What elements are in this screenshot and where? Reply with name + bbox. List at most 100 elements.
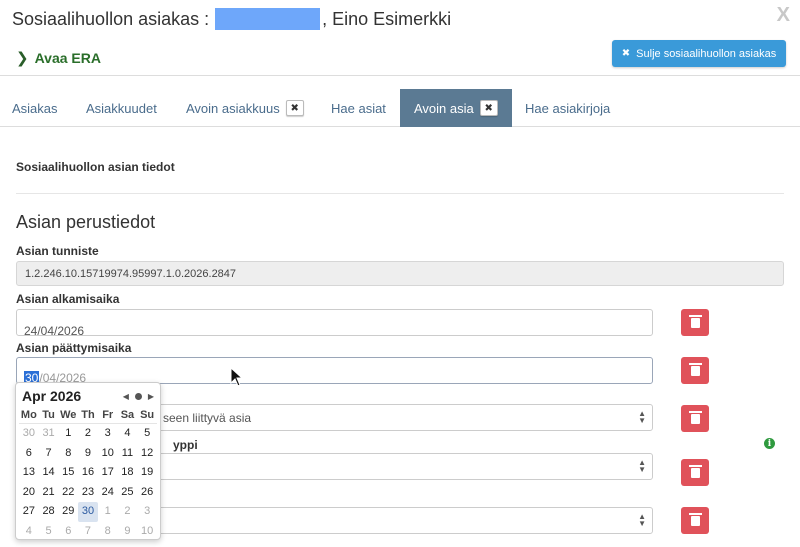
- case-id-field: 1.2.246.10.15719974.95997.1.0.2026.2847: [16, 261, 784, 286]
- calendar-day[interactable]: 6: [58, 522, 78, 542]
- calendar-day[interactable]: 17: [98, 463, 118, 483]
- delete-end-date-button[interactable]: [681, 357, 709, 384]
- weekday-header: Su: [137, 407, 157, 424]
- tab-avoin-asia[interactable]: Avoin asia ✖: [400, 89, 512, 127]
- case-type-select-value: seen liittyvä asia: [163, 411, 252, 425]
- tab-label: Hae asiat: [331, 100, 386, 116]
- trash-icon: [688, 314, 702, 328]
- weekday-header: Fr: [97, 407, 118, 424]
- calendar-day[interactable]: 23: [78, 483, 98, 503]
- select-caret-icon: ▲ ▼: [638, 409, 646, 425]
- calendar-day[interactable]: 3: [137, 502, 157, 522]
- calendar-day[interactable]: 21: [39, 483, 59, 503]
- redacted-name-block: [215, 8, 321, 30]
- weekday-header: Sa: [117, 407, 138, 424]
- calendar-day[interactable]: 8: [58, 444, 78, 464]
- delete-case-type-button[interactable]: [681, 405, 709, 432]
- tab-avoin-asiakkuus[interactable]: Avoin asiakkuus ✖: [186, 89, 304, 127]
- calendar-day[interactable]: 5: [39, 522, 59, 542]
- page-title: Sosiaalihuollon asiakas : , Eino Esimerk…: [12, 8, 451, 30]
- calendar-day[interactable]: 9: [78, 444, 98, 464]
- delete-case-subtype-button[interactable]: [681, 459, 709, 486]
- calendar-day[interactable]: 4: [118, 424, 138, 444]
- case-id-label: Asian tunniste: [16, 244, 99, 258]
- close-client-button[interactable]: ✖ Sulje sosiaalihuollon asiakas: [612, 40, 786, 67]
- end-date-input[interactable]: 30/04/2026: [16, 357, 653, 385]
- tab-hae-asiakirjoja[interactable]: Hae asiakirjoja: [525, 89, 610, 127]
- tab-hae-asiat[interactable]: Hae asiat: [331, 89, 386, 127]
- start-date-label: Asian alkamisaika: [16, 292, 120, 306]
- trash-icon: [688, 362, 702, 376]
- calendar-day[interactable]: 30: [19, 424, 39, 444]
- trash-icon: [688, 410, 702, 424]
- case-subtype-label: yppi: [173, 438, 198, 452]
- close-icon[interactable]: X: [777, 4, 790, 27]
- calendar-day[interactable]: 6: [19, 444, 39, 464]
- calendar-day[interactable]: 3: [98, 424, 118, 444]
- chevron-right-icon: ❯: [16, 50, 29, 67]
- tab-asiakkuudet[interactable]: Asiakkuudet: [86, 89, 157, 127]
- delete-start-date-button[interactable]: [681, 309, 709, 336]
- calendar-day[interactable]: 12: [137, 444, 157, 464]
- calendar-day[interactable]: 20: [19, 483, 39, 503]
- calendar-day[interactable]: 9: [118, 522, 138, 542]
- section-title: Sosiaalihuollon asian tiedot: [16, 160, 175, 174]
- calendar-day[interactable]: 19: [137, 463, 157, 483]
- calendar-day[interactable]: 11: [118, 444, 138, 464]
- calendar-day[interactable]: 1: [98, 502, 118, 522]
- tab-label: Asiakas: [12, 100, 58, 116]
- case-id-value: 1.2.246.10.15719974.95997.1.0.2026.2847: [25, 268, 237, 280]
- calendar-day[interactable]: 29: [58, 502, 78, 522]
- weekday-header: Mo: [19, 407, 39, 424]
- header-divider: [0, 75, 800, 76]
- calendar-day[interactable]: 15: [58, 463, 78, 483]
- tab-label: Avoin asiakkuus: [186, 100, 280, 116]
- start-date-input[interactable]: 24/04/2026: [16, 309, 653, 338]
- previous-month-icon[interactable]: ◀: [123, 392, 129, 401]
- close-tab-icon[interactable]: ✖: [479, 100, 498, 116]
- select-caret-icon: ▲ ▼: [638, 512, 646, 528]
- calendar-day[interactable]: 2: [78, 424, 98, 444]
- calendar-day[interactable]: 25: [118, 483, 138, 503]
- page-title-prefix: Sosiaalihuollon asiakas :: [12, 8, 210, 29]
- calendar-day[interactable]: 10: [137, 522, 157, 542]
- calendar-day[interactable]: 28: [39, 502, 59, 522]
- calendar-day[interactable]: 7: [39, 444, 59, 464]
- weekday-header: Th: [78, 407, 98, 424]
- calendar-day[interactable]: 14: [39, 463, 59, 483]
- calendar-day[interactable]: 10: [98, 444, 118, 464]
- close-x-icon: ✖: [621, 48, 631, 59]
- calendar-day[interactable]: 18: [118, 463, 138, 483]
- weekday-header: Tu: [38, 407, 59, 424]
- open-era-label: Avaa ERA: [34, 50, 101, 66]
- calendar-day[interactable]: 1: [58, 424, 78, 444]
- next-month-icon[interactable]: ▶: [148, 392, 154, 401]
- select-caret-icon: ▲ ▼: [638, 458, 646, 474]
- today-dot-icon[interactable]: [134, 392, 142, 400]
- page-title-name: , Eino Esimerkki: [322, 8, 452, 29]
- calendar-day[interactable]: 16: [78, 463, 98, 483]
- basic-info-heading: Asian perustiedot: [16, 212, 156, 232]
- calendar-day[interactable]: 30: [78, 502, 98, 522]
- tab-asiakas[interactable]: Asiakas: [12, 89, 58, 127]
- calendar-day[interactable]: 7: [78, 522, 98, 542]
- open-era-link[interactable]: ❯ Avaa ERA: [16, 49, 101, 67]
- close-tab-icon[interactable]: ✖: [285, 100, 304, 116]
- calendar-day[interactable]: 5: [137, 424, 157, 444]
- info-icon[interactable]: i: [764, 438, 775, 449]
- calendar-day[interactable]: 2: [118, 502, 138, 522]
- delete-additional-button[interactable]: [681, 507, 709, 534]
- weekday-header: We: [58, 407, 79, 424]
- date-picker[interactable]: Apr 2026 ◀ ▶ Mo Tu We Th Fr Sa Su 30 31 1 2 3 4 5 6 7 8 9…: [15, 382, 161, 540]
- tab-label: Asiakkuudet: [86, 100, 157, 116]
- calendar-day[interactable]: 4: [19, 522, 39, 542]
- calendar-day[interactable]: 24: [98, 483, 118, 503]
- calendar-day[interactable]: 22: [58, 483, 78, 503]
- trash-icon: [688, 464, 702, 478]
- calendar-day[interactable]: 13: [19, 463, 39, 483]
- calendar-day[interactable]: 27: [19, 502, 39, 522]
- calendar-day[interactable]: 31: [39, 424, 59, 444]
- calendar-day[interactable]: 26: [137, 483, 157, 503]
- calendar-day[interactable]: 8: [98, 522, 118, 542]
- tab-label: Avoin asia: [414, 100, 474, 116]
